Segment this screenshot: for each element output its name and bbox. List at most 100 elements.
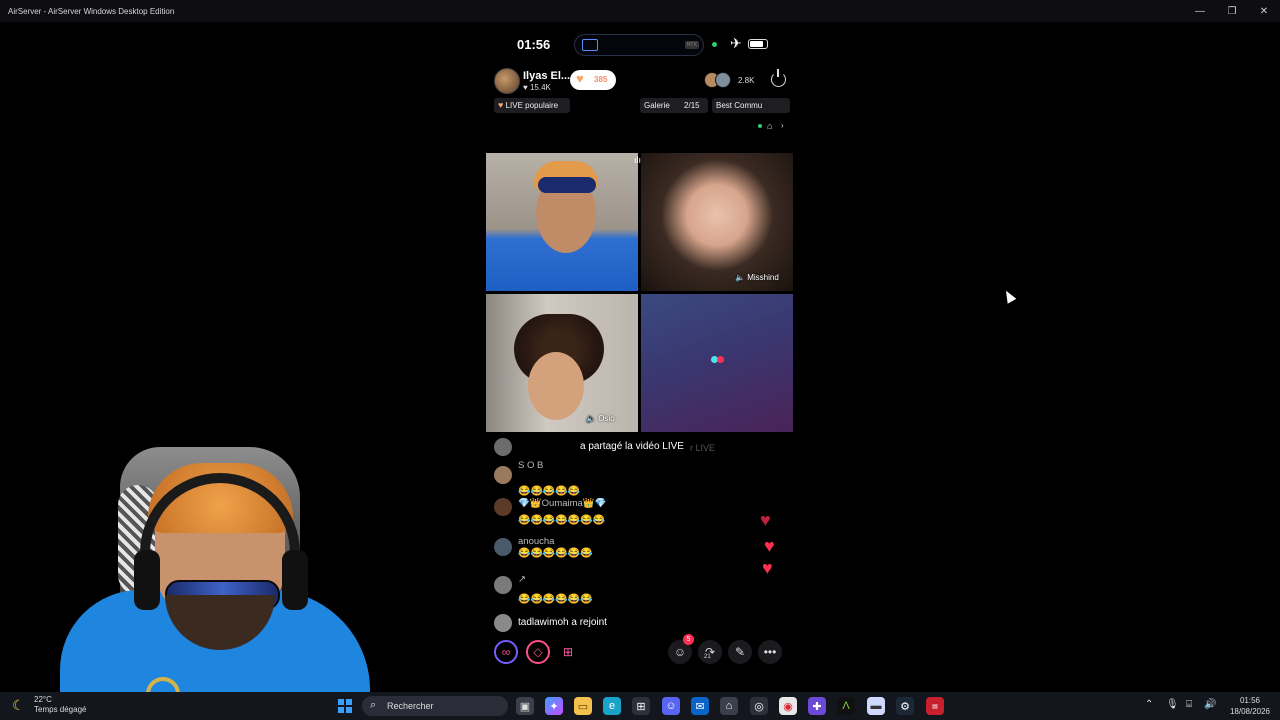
task-view-icon[interactable]: ▣	[516, 697, 534, 715]
host-likes: ♥ 15.4K	[523, 83, 551, 92]
nvidia-icon[interactable]: Λ	[837, 697, 855, 715]
steam-icon[interactable]: ⚙	[896, 697, 914, 715]
host-video-glasses	[538, 177, 596, 193]
speaker-icon: 🔈	[586, 414, 596, 423]
airserver-icon[interactable]: ⌂	[720, 697, 738, 715]
search-icon: ⌕	[370, 699, 377, 711]
weather-description[interactable]: Temps dégagé	[34, 705, 86, 714]
chat-message: anoucha 😂😂😂😂😂😂	[494, 536, 784, 566]
live-indicator-row: ⌂ ›	[754, 121, 790, 131]
follow-button[interactable]: ♥ 385	[570, 70, 616, 90]
gift-badge: 5	[683, 634, 694, 645]
popular-live-chip[interactable]: ♥ LIVE populaire	[494, 98, 570, 113]
chevron-up-icon[interactable]: ⌃	[1145, 699, 1153, 710]
home-icon[interactable]: ⌂	[767, 121, 772, 131]
guest-tile-host[interactable]	[486, 153, 638, 291]
windows-start-icon[interactable]	[338, 699, 352, 713]
guest-name-text: Oslo	[598, 414, 615, 423]
gallery-label: Galerie	[644, 101, 670, 110]
battery-icon	[748, 39, 768, 49]
viewer-avatars[interactable]: 2.8K	[704, 72, 756, 90]
headset-earcup	[134, 550, 160, 610]
heart-icon: ♥	[764, 536, 775, 556]
chevron-right-icon[interactable]: ›	[781, 121, 784, 130]
share-button[interactable]: ↷ 21	[698, 640, 722, 664]
mirrored-phone-screen: 01:56 RTX ✈ Ilyas El... ♥ 15.4K ♥ 385 2.…	[486, 22, 794, 692]
chat-avatar[interactable]	[494, 538, 512, 556]
live-chat: a partagé la vidéo LIVE r LIVE S O B 😂😂😂…	[494, 436, 784, 632]
outlook-icon[interactable]: ✉	[691, 697, 709, 715]
microphone-icon[interactable]: 🎙	[1166, 699, 1179, 710]
heart-icon: ♥	[576, 71, 584, 86]
chrome-icon[interactable]: ◉	[779, 697, 797, 715]
network-icon[interactable]: ⌸	[1186, 699, 1192, 710]
weather-temperature[interactable]: 22°C	[34, 695, 52, 704]
windows-taskbar: ☾ 22°C Temps dégagé ⌕ Rechercher ▣ ✦ ▭ e…	[0, 692, 1280, 720]
gamepad-icon[interactable]: ✚	[808, 697, 826, 715]
webcam-overlay	[60, 445, 380, 693]
best-community-label: Best Commu	[716, 101, 763, 110]
chat-message-text: 😂😂😂😂😂	[518, 486, 581, 497]
heart-icon: ♥	[498, 100, 504, 110]
gallery-count: 2/15	[684, 101, 700, 110]
loading-indicator	[711, 356, 725, 364]
chat-avatar[interactable]	[494, 498, 512, 516]
taskbar-clock[interactable]: 01:56 18/08/2026	[1226, 695, 1274, 717]
best-community-chip[interactable]: Best Commu	[712, 98, 790, 113]
minimize-button[interactable]: —	[1184, 0, 1216, 22]
phone-status-bar: 01:56 RTX ✈	[486, 34, 794, 56]
guest-tile-misshind[interactable]: 🔈 Misshind	[641, 153, 793, 291]
discord-icon[interactable]: ☺	[662, 697, 680, 715]
online-dot	[758, 124, 762, 128]
chat-message-text: 😂😂😂😂😂😂😂	[518, 515, 606, 526]
edge-icon[interactable]: e	[603, 697, 621, 715]
chat-avatar[interactable]	[494, 438, 512, 456]
search-placeholder: Rechercher	[387, 701, 434, 711]
moon-icon[interactable]: ☾	[12, 697, 25, 714]
guest-tile-empty[interactable]	[641, 294, 793, 432]
close-button[interactable]: ✕	[1248, 0, 1280, 22]
guest-name-oslo: 🔈 Oslo	[586, 414, 615, 423]
mouse-cursor	[1001, 288, 1017, 304]
host-name[interactable]: Ilyas El...	[523, 70, 570, 82]
collab-icon[interactable]: ◇	[526, 640, 550, 664]
volume-icon[interactable]: 🔊	[1204, 699, 1216, 710]
more-icon[interactable]: •••	[758, 640, 782, 664]
window-titlebar: AirServer - AirServer Windows Desktop Ed…	[0, 0, 1280, 22]
chat-app-icon[interactable]: ▬	[867, 697, 885, 715]
live-host-header: Ilyas El... ♥ 15.4K ♥ 385 2.8K	[494, 68, 790, 94]
chat-message-text: tadlawimoh a rejoint	[518, 617, 607, 628]
screen-mirror-icon	[582, 39, 598, 51]
chat-avatar[interactable]	[494, 576, 512, 594]
restore-button[interactable]: ❐	[1216, 0, 1248, 22]
app-icon[interactable]: ▤	[926, 697, 944, 715]
popular-live-label: LIVE populaire	[505, 101, 559, 110]
copilot-icon[interactable]: ✦	[545, 697, 563, 715]
phone-clock: 01:56	[517, 37, 551, 52]
file-explorer-icon[interactable]: ▭	[574, 697, 592, 715]
magic-wand-icon[interactable]: ✎	[728, 640, 752, 664]
chat-avatar[interactable]	[494, 466, 512, 484]
guest-tile-oslo[interactable]: 🔈 Oslo	[486, 294, 638, 432]
gallery-chip[interactable]: Galerie 2/15	[640, 98, 708, 113]
follow-count: 385	[594, 75, 608, 84]
guest-video-face	[528, 352, 584, 420]
heart-icon: ♥	[762, 558, 773, 578]
taskbar-date: 18/08/2026	[1229, 707, 1271, 716]
loading-dot	[717, 356, 724, 363]
power-icon[interactable]	[771, 69, 786, 87]
store-icon[interactable]: ⊞	[632, 697, 650, 715]
guest-name-text: Misshind	[747, 273, 779, 282]
guest-name-misshind: 🔈 Misshind	[735, 273, 779, 282]
chat-message: tadlawimoh a rejoint	[494, 614, 784, 634]
link-icon[interactable]: ∞	[494, 640, 518, 664]
taskbar-search[interactable]: ⌕ Rechercher	[362, 696, 508, 716]
gift-icon[interactable]: ☺ 5	[668, 634, 694, 664]
host-avatar[interactable]	[494, 68, 520, 94]
chat-avatar[interactable]	[494, 614, 512, 632]
share-count: 21	[704, 654, 711, 660]
chat-message-text: a partagé la vidéo LIVE	[580, 441, 684, 452]
island-badge: RTX	[685, 41, 699, 49]
obs-icon[interactable]: ◎	[750, 697, 768, 715]
grid-icon[interactable]: ⊞	[556, 640, 580, 664]
